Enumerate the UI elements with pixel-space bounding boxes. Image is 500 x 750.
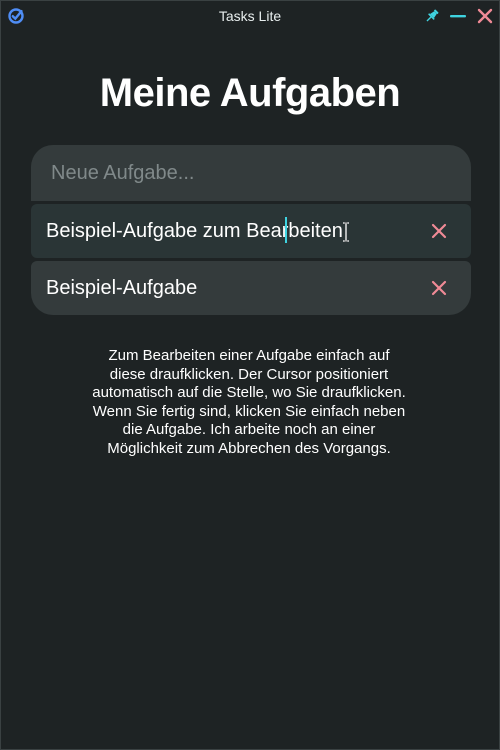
page-title: Meine Aufgaben	[99, 71, 401, 115]
delete-task-icon[interactable]	[429, 278, 449, 298]
delete-task-icon[interactable]	[429, 221, 449, 241]
task-item-editing[interactable]: Beispiel-Aufgabe zum Bearbeiten	[31, 204, 471, 258]
task-label[interactable]: Beispiel-Aufgabe	[46, 277, 197, 300]
text-cursor	[285, 217, 287, 243]
pin-icon[interactable]	[422, 6, 442, 26]
minimize-icon[interactable]	[448, 6, 468, 26]
close-icon[interactable]	[475, 6, 495, 26]
ibeam-cursor-icon	[343, 222, 349, 242]
title-bar[interactable]: Tasks Lite	[1, 1, 499, 31]
task-label[interactable]: Beispiel-Aufgabe zum Bearbeiten	[46, 220, 343, 243]
help-text: Zum Bearbeiten einer Aufgabe einfach auf…	[92, 347, 406, 457]
task-item[interactable]: Beispiel-Aufgabe	[31, 261, 471, 315]
new-task-input[interactable]	[31, 145, 471, 201]
app-window: Tasks Lite Meine Aufgaben Beispiel-Aufga…	[0, 0, 500, 750]
new-task-field[interactable]	[31, 145, 471, 201]
